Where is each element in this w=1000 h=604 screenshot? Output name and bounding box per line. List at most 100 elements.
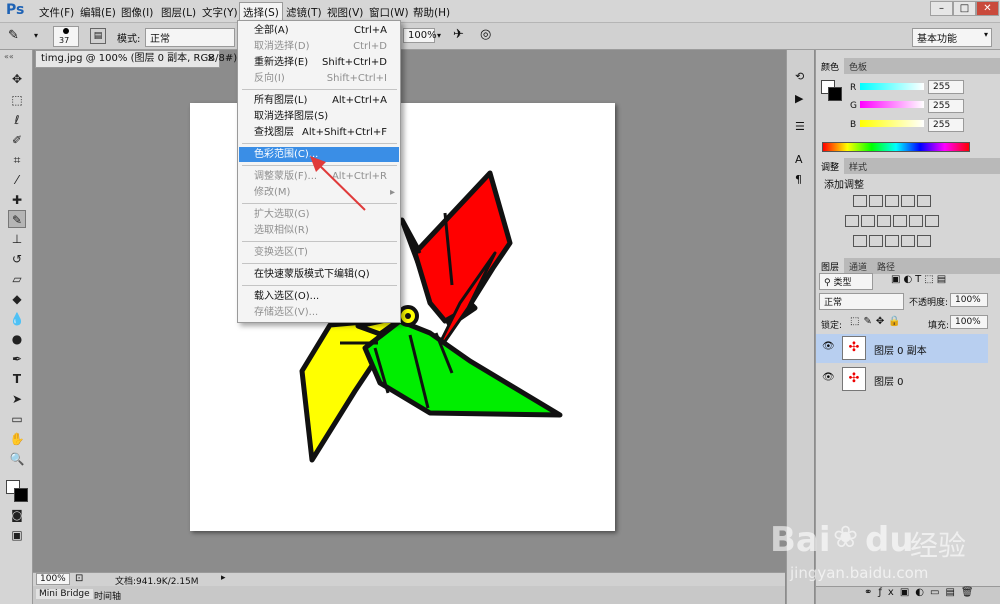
eye-icon[interactable]: 👁 (822, 372, 835, 383)
channel-mixer-icon[interactable] (909, 215, 923, 227)
menu-image[interactable]: 图像(I) (118, 4, 156, 21)
tab-styles[interactable]: 样式 (844, 158, 872, 174)
menu-item-all[interactable]: 全部(A) Ctrl+A (239, 23, 399, 38)
dodge-tool-icon[interactable]: ● (8, 330, 26, 348)
history-icon[interactable]: ⟲ (795, 70, 804, 83)
menu-item-similar[interactable]: 选取相似(R) (239, 223, 399, 238)
healing-tool-icon[interactable]: ✚ (8, 191, 26, 209)
photo-filter-icon[interactable] (893, 215, 907, 227)
pressure-icon[interactable]: ◎ (480, 27, 491, 42)
history-brush-tool-icon[interactable]: ↺ (8, 250, 26, 268)
document-tab[interactable]: timg.jpg @ 100% (图层 0 副本, RGB/8#) * × (35, 50, 245, 68)
bw-icon[interactable] (877, 215, 891, 227)
menu-filter[interactable]: 滤镜(T) (283, 4, 325, 21)
channel-r-value[interactable]: 255 (928, 80, 964, 94)
lock-icons[interactable]: ⬚✎✥🔒 (850, 316, 905, 327)
tab-color[interactable]: 颜色 (816, 58, 845, 74)
screen-mode-icon[interactable]: ▣ (8, 526, 26, 544)
channel-b-value[interactable]: 255 (928, 118, 964, 132)
blur-tool-icon[interactable]: 💧 (8, 310, 26, 328)
gradient-map-icon[interactable] (901, 235, 915, 247)
pen-tool-icon[interactable]: ✒ (8, 350, 26, 368)
threshold-icon[interactable] (885, 235, 899, 247)
tab-swatches[interactable]: 色板 (844, 58, 872, 74)
menu-layer[interactable]: 图层(L) (158, 4, 199, 21)
color-bg-swatch[interactable] (828, 87, 842, 101)
hand-tool-icon[interactable]: ✋ (8, 430, 26, 448)
hue-sat-icon[interactable] (845, 215, 859, 227)
layer-row[interactable]: 👁 ✣ 图层 0 (816, 365, 988, 394)
invert-icon[interactable] (853, 235, 867, 247)
channel-r-slider[interactable] (860, 83, 924, 90)
lasso-tool-icon[interactable]: ℓ (8, 111, 26, 129)
mode-select[interactable]: 正常 (145, 28, 235, 47)
menu-item-load-selection[interactable]: 载入选区(O)... (239, 289, 399, 304)
eye-icon[interactable]: 👁 (822, 341, 835, 352)
menu-item-reselect[interactable]: 重新选择(E) Shift+Ctrl+D (239, 55, 399, 70)
color-lookup-icon[interactable] (925, 215, 939, 227)
tab-timeline[interactable]: 时间轴 (91, 589, 124, 602)
flow-dropdown-icon[interactable]: ▾ (437, 31, 441, 40)
layer-row-selected[interactable]: 👁 ✣ 图层 0 副本 (816, 334, 988, 363)
airbrush-icon[interactable]: ✈ (453, 27, 464, 42)
stamp-tool-icon[interactable]: ⊥ (8, 230, 26, 248)
menu-item-all-layers[interactable]: 所有图层(L) Alt+Ctrl+A (239, 93, 399, 108)
menu-item-deselect[interactable]: 取消选择(D) Ctrl+D (239, 39, 399, 54)
selective-color-icon[interactable] (917, 235, 931, 247)
brush-tool-icon[interactable]: ✎ (8, 28, 19, 43)
posterize-icon[interactable] (869, 235, 883, 247)
zoom-field[interactable]: 100% (36, 573, 70, 585)
properties-icon[interactable]: ☰ (795, 120, 805, 133)
menu-edit[interactable]: 编辑(E) (77, 4, 119, 21)
type-tool-icon[interactable]: T (8, 370, 26, 388)
menu-item-inverse[interactable]: 反向(I) Shift+Ctrl+I (239, 71, 399, 86)
tab-mini-bridge[interactable]: Mini Bridge (36, 589, 93, 599)
menu-help[interactable]: 帮助(H) (410, 4, 453, 21)
menu-item-find-layers[interactable]: 查找图层 Alt+Shift+Ctrl+F (239, 125, 399, 140)
menu-type[interactable]: 文字(Y) (199, 4, 241, 21)
layers-footer-icons[interactable]: ⚭ƒx▣◐▭▤🗑 (816, 586, 1000, 604)
character-icon[interactable]: A (795, 153, 803, 166)
color-balance-icon[interactable] (861, 215, 875, 227)
menu-item-quick-mask[interactable]: 在快速蒙版模式下编辑(Q) (239, 267, 399, 282)
curves-icon[interactable] (885, 195, 899, 207)
tab-adjustments[interactable]: 调整 (816, 158, 845, 174)
maximize-button[interactable]: □ (953, 1, 976, 16)
layer-filter-icons[interactable]: ▣◐T⬚▤ (891, 274, 949, 285)
close-button[interactable]: ✕ (976, 1, 999, 16)
tab-layers[interactable]: 图层 (816, 258, 845, 274)
zoom-tool-icon[interactable]: 🔍 (8, 450, 26, 468)
workspace-select[interactable]: 基本功能 ▾ (912, 28, 992, 47)
marquee-tool-icon[interactable]: ⬚ (8, 91, 26, 109)
eyedropper-tool-icon[interactable]: ⁄ (8, 171, 26, 189)
minimize-button[interactable]: – (930, 1, 953, 16)
brush-panel-icon[interactable]: ▤ (90, 28, 106, 44)
brightness-icon[interactable] (853, 195, 867, 207)
collapse-icon[interactable]: «« (4, 52, 14, 61)
shape-tool-icon[interactable]: ▭ (8, 410, 26, 428)
channel-g-slider[interactable] (860, 101, 924, 108)
menu-item-save-selection[interactable]: 存储选区(V)... (239, 305, 399, 320)
actions-play-icon[interactable]: ▶ (795, 92, 803, 105)
blend-mode-select[interactable]: 正常 (819, 293, 904, 310)
levels-icon[interactable] (869, 195, 883, 207)
tab-channels[interactable]: 通道 (844, 258, 872, 274)
tab-paths[interactable]: 路径 (872, 258, 900, 274)
menu-file[interactable]: 文件(F) (36, 4, 77, 21)
menu-item-deselect-layers[interactable]: 取消选择图层(S) (239, 109, 399, 124)
exposure-icon[interactable] (901, 195, 915, 207)
layer-filter-select[interactable]: ⚲ 类型 (819, 273, 873, 290)
flow-input[interactable]: 100% (403, 28, 437, 43)
fill-input[interactable]: 100% (950, 315, 988, 329)
channel-g-value[interactable]: 255 (928, 99, 964, 113)
menu-item-transform-selection[interactable]: 变换选区(T) (239, 245, 399, 260)
crop-tool-icon[interactable]: ⌗ (8, 151, 26, 169)
channel-b-slider[interactable] (860, 120, 924, 127)
path-select-tool-icon[interactable]: ➤ (8, 390, 26, 408)
tab-close-icon[interactable]: × (207, 51, 215, 67)
quick-select-tool-icon[interactable]: ✐ (8, 131, 26, 149)
bucket-tool-icon[interactable]: ◆ (8, 290, 26, 308)
menu-view[interactable]: 视图(V) (324, 4, 366, 21)
tool-preset-arrow-icon[interactable]: ▾ (34, 31, 38, 40)
menu-window[interactable]: 窗口(W) (366, 4, 412, 21)
